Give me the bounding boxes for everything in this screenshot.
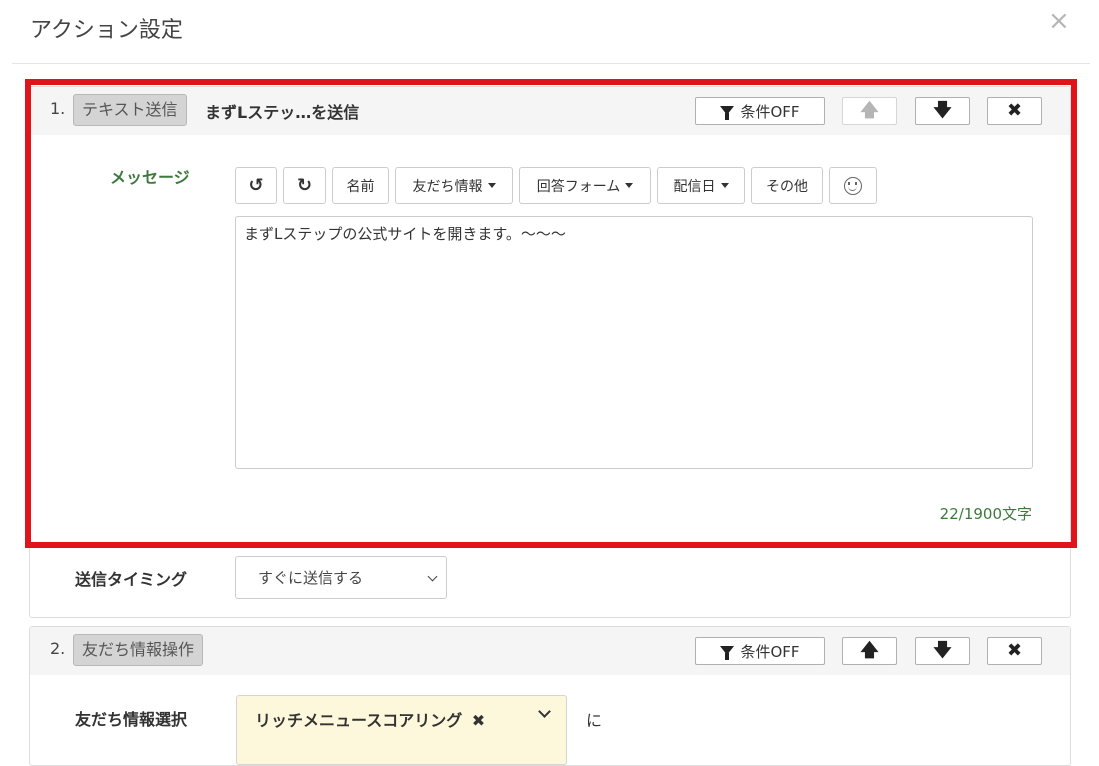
delivery-date-dropdown[interactable]: 配信日 [657, 167, 745, 204]
message-textarea[interactable]: まずLステップの公式サイトを開きます。〜〜〜 [235, 216, 1033, 469]
delivery-date-label: 配信日 [673, 178, 716, 195]
move-down-button[interactable]: 🡇 [915, 637, 970, 665]
caret-down-icon [625, 183, 634, 188]
condition-toggle-button[interactable]: 条件OFF [695, 637, 825, 665]
condition-toggle-button[interactable]: 条件OFF [695, 97, 825, 125]
arrow-down-icon: 🡇 [933, 640, 952, 661]
delete-action-button[interactable]: ✖ [987, 97, 1042, 125]
action-name: まずLステッ…を送信 [205, 103, 360, 122]
action-type-tag[interactable]: 友だち情報操作 [73, 634, 204, 666]
undo-button[interactable]: ↺ [235, 167, 277, 204]
friend-info-select-label: 友だち情報選択 [75, 710, 188, 729]
arrow-down-icon: 🡇 [933, 100, 952, 121]
close-icon[interactable]: × [1048, 8, 1070, 34]
condition-label: 条件OFF [740, 102, 800, 121]
insert-name-button[interactable]: 名前 [332, 167, 389, 204]
caret-down-icon [487, 183, 496, 188]
action-type-tag[interactable]: テキスト送信 [73, 94, 187, 126]
action-header: 1. テキスト送信 まずLステッ…を送信 条件OFF 🡅 🡇 ✖ [30, 87, 1070, 135]
filter-icon [720, 105, 735, 120]
other-button[interactable]: その他 [751, 167, 823, 204]
filter-icon [720, 645, 735, 660]
send-timing-label: 送信タイミング [75, 570, 188, 589]
action-panel-text-send: 1. テキスト送信 まずLステッ…を送信 条件OFF 🡅 🡇 ✖ メッセージ ↺… [29, 86, 1071, 618]
character-counter: 22/1900文字 [939, 505, 1032, 523]
undo-icon: ↺ [248, 175, 264, 196]
arrow-up-icon: 🡅 [860, 640, 879, 661]
action-header: 2. 友だち情報操作 条件OFF 🡅 🡇 ✖ [30, 627, 1070, 675]
caret-down-icon [720, 183, 729, 188]
remove-chip-icon[interactable]: ✖ [472, 711, 485, 730]
insert-name-label: 名前 [346, 178, 375, 195]
selected-field-chip: リッチメニュースコアリング ✖ [255, 707, 485, 731]
delete-action-button[interactable]: ✖ [987, 637, 1042, 665]
condition-label: 条件OFF [740, 642, 800, 661]
friend-info-dropdown[interactable]: 友だち情報 [395, 167, 513, 204]
move-up-button[interactable]: 🡅 [842, 637, 897, 665]
delete-icon: ✖ [1006, 100, 1023, 121]
message-label: メッセージ [110, 168, 190, 187]
other-label: その他 [766, 178, 808, 195]
send-timing-value: すぐに送信する [258, 569, 364, 587]
action-index: 1. [50, 99, 66, 118]
move-up-button[interactable]: 🡅 [842, 97, 897, 125]
smiley-icon [844, 176, 862, 195]
redo-icon: ↻ [296, 175, 313, 196]
title-divider [12, 63, 1090, 64]
selected-field-label: リッチメニュースコアリング [255, 711, 463, 730]
friend-info-select[interactable]: リッチメニュースコアリング ✖ [236, 695, 567, 765]
answer-form-dropdown[interactable]: 回答フォーム [519, 167, 651, 204]
move-down-button[interactable]: 🡇 [915, 97, 970, 125]
action-index: 2. [50, 639, 66, 658]
redo-button[interactable]: ↻ [283, 167, 326, 204]
answer-form-label: 回答フォーム [536, 178, 621, 195]
chevron-down-icon[interactable] [538, 705, 551, 718]
friend-info-suffix: に [586, 711, 603, 730]
modal-title: アクション設定 [30, 18, 183, 43]
delete-icon: ✖ [1006, 640, 1023, 661]
chevron-down-icon [427, 571, 438, 582]
emoji-button[interactable] [829, 167, 877, 204]
action-panel-friend-info: 2. 友だち情報操作 条件OFF 🡅 🡇 ✖ 友だち情報選択 リッチメニュースコ… [29, 626, 1071, 766]
arrow-up-icon: 🡅 [860, 100, 879, 121]
send-timing-select[interactable]: すぐに送信する [235, 556, 447, 599]
friend-info-label: 友だち情報 [412, 178, 483, 195]
